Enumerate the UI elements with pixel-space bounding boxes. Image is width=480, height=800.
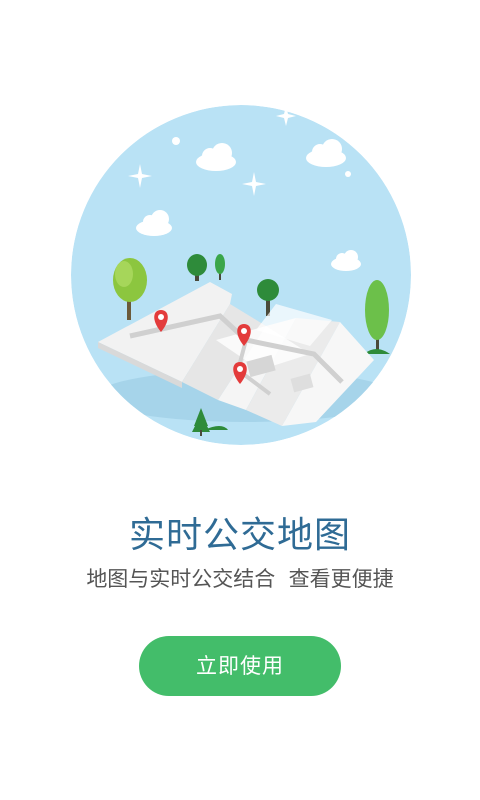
- page-title: 实时公交地图: [128, 515, 351, 556]
- dot-star: [172, 137, 180, 145]
- onboarding-screen: 实时公交地图 地图与实时公交结合 查看更便捷 立即使用: [0, 0, 480, 800]
- page-subtitle: 地图与实时公交结合 查看更便捷: [86, 567, 394, 591]
- dot-star: [345, 171, 351, 177]
- start-using-button[interactable]: 立即使用: [139, 636, 341, 696]
- folded-map-illustration: [71, 105, 411, 445]
